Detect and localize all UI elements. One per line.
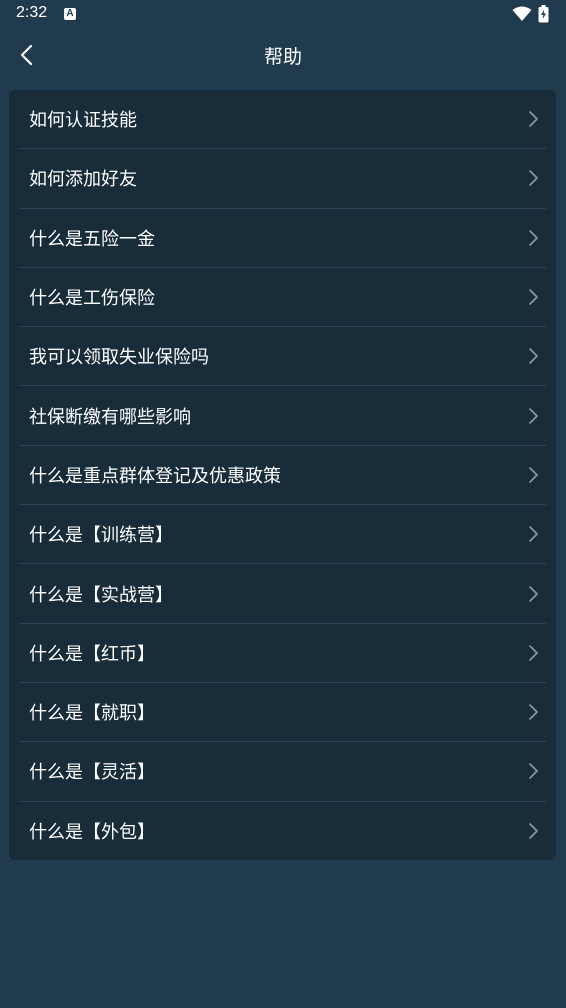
- list-item-label: 什么是五险一金: [29, 228, 155, 250]
- battery-charging-icon: [538, 5, 549, 23]
- help-item-key-groups-policy[interactable]: 什么是重点群体登记及优惠政策: [19, 446, 546, 506]
- help-item-employment[interactable]: 什么是【就职】: [19, 683, 546, 743]
- status-bar: 2:32 A: [0, 0, 566, 30]
- list-item-label: 我可以领取失业保险吗: [29, 347, 209, 369]
- help-item-training-camp[interactable]: 什么是【训练营】: [19, 505, 546, 565]
- help-item-work-injury-insurance[interactable]: 什么是工伤保险: [19, 268, 546, 328]
- chevron-right-icon: [529, 348, 538, 365]
- chevron-right-icon: [529, 407, 538, 424]
- help-list: 如何认证技能 如何添加好友 什么是五险一金 什么是工伤保险 我可以领取失业保险吗…: [9, 90, 556, 860]
- chevron-right-icon: [529, 229, 538, 246]
- help-item-insurance-interruption[interactable]: 社保断缴有哪些影响: [19, 386, 546, 446]
- help-item-unemployment-insurance[interactable]: 我可以领取失业保险吗: [19, 327, 546, 387]
- help-item-practice-camp[interactable]: 什么是【实战营】: [19, 564, 546, 624]
- notification-a-icon: A: [64, 8, 76, 20]
- chevron-right-icon: [529, 170, 538, 187]
- chevron-right-icon: [529, 526, 538, 543]
- list-item-label: 什么是重点群体登记及优惠政策: [29, 465, 281, 487]
- status-time: 2:32: [16, 4, 48, 21]
- list-item-label: 如何添加好友: [29, 169, 137, 191]
- chevron-right-icon: [529, 289, 538, 305]
- help-item-social-insurance[interactable]: 什么是五险一金: [19, 209, 546, 268]
- help-item-red-coin[interactable]: 什么是【红币】: [19, 624, 546, 683]
- wifi-icon: [512, 6, 532, 21]
- chevron-right-icon: [529, 763, 538, 780]
- help-item-outsourcing[interactable]: 什么是【外包】: [19, 802, 546, 860]
- list-item-label: 什么是【实战营】: [29, 584, 173, 606]
- chevron-right-icon: [529, 645, 538, 661]
- help-item-add-friend[interactable]: 如何添加好友: [19, 149, 546, 209]
- chevron-right-icon: [529, 704, 538, 720]
- list-item-label: 社保断缴有哪些影响: [29, 406, 191, 428]
- chevron-right-icon: [529, 111, 538, 127]
- header: 帮助: [0, 30, 566, 80]
- chevron-right-icon: [529, 467, 538, 483]
- help-item-flexible[interactable]: 什么是【灵活】: [19, 742, 546, 802]
- list-item-label: 如何认证技能: [29, 110, 137, 132]
- chevron-right-icon: [529, 585, 538, 602]
- chevron-right-icon: [529, 823, 538, 840]
- list-item-label: 什么是【训练营】: [29, 525, 173, 547]
- list-item-label: 什么是【红币】: [29, 643, 155, 665]
- list-item-label: 什么是工伤保险: [29, 288, 155, 310]
- list-item-label: 什么是【灵活】: [29, 762, 155, 784]
- list-item-label: 什么是【就职】: [29, 703, 155, 725]
- help-item-certify-skills[interactable]: 如何认证技能: [19, 90, 546, 150]
- page-title: 帮助: [263, 46, 302, 68]
- list-item-label: 什么是【外包】: [29, 822, 155, 844]
